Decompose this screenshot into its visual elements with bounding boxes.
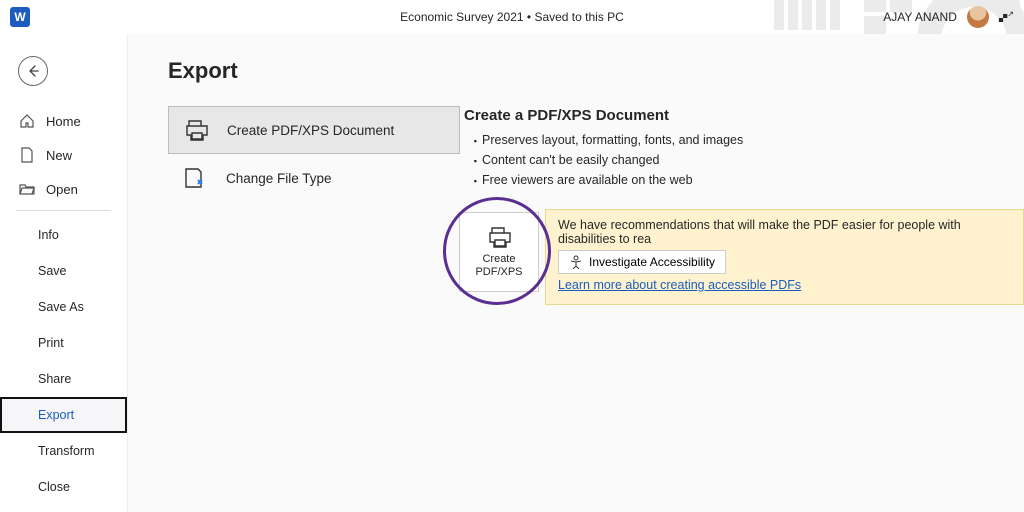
nav-save[interactable]: Save [0, 253, 127, 289]
user-name: AJAY ANAND [883, 10, 957, 24]
pdf-printer-icon [485, 225, 513, 249]
pdf-printer-icon [183, 116, 211, 144]
detail-heading: Create a PDF/XPS Document [464, 107, 1024, 124]
home-icon [18, 113, 36, 129]
open-folder-icon [18, 182, 36, 196]
avatar[interactable] [967, 6, 989, 28]
nav-export[interactable]: Export [0, 397, 127, 433]
export-option-changefiletype[interactable]: Change File Type [168, 154, 460, 202]
nav-label: New [46, 148, 72, 163]
document-title: Economic Survey 2021 • Saved to this PC [0, 10, 1024, 24]
nav-divider [16, 210, 111, 211]
a11y-message: We have recommendations that will make t… [558, 218, 1011, 246]
accessibility-icon [569, 255, 583, 269]
nav-close[interactable]: Close [0, 469, 127, 505]
nav-share[interactable]: Share [0, 361, 127, 397]
change-filetype-icon [182, 164, 210, 192]
nav-info[interactable]: Info [0, 217, 127, 253]
arrow-left-icon [25, 63, 41, 79]
nav-transform[interactable]: Transform [0, 433, 127, 469]
nav-new[interactable]: New [0, 138, 127, 172]
create-pdfxps-button[interactable]: CreatePDF/XPS [459, 212, 539, 292]
investigate-accessibility-button[interactable]: Investigate Accessibility [558, 250, 726, 274]
nav-label: Open [46, 182, 78, 197]
back-button[interactable] [18, 56, 48, 86]
option-label: Change File Type [226, 171, 332, 186]
word-app-icon: W [10, 7, 30, 27]
nav-print[interactable]: Print [0, 325, 127, 361]
new-doc-icon [18, 147, 36, 163]
backstage-nav: Home New Open Info Save Save As Print Sh… [0, 34, 128, 512]
detail-bullets: Preserves layout, formatting, fonts, and… [464, 130, 1024, 190]
learn-more-link[interactable]: Learn more about creating accessible PDF… [558, 278, 801, 292]
nav-open[interactable]: Open [0, 172, 127, 206]
export-option-pdfxps[interactable]: Create PDF/XPS Document [168, 106, 460, 154]
share-icon[interactable]: 🙾↗ [999, 9, 1014, 26]
accessibility-tip: We have recommendations that will make t… [545, 209, 1024, 305]
option-label: Create PDF/XPS Document [227, 123, 394, 138]
nav-save-as[interactable]: Save As [0, 289, 127, 325]
nav-home[interactable]: Home [0, 104, 127, 138]
nav-label: Home [46, 114, 81, 129]
